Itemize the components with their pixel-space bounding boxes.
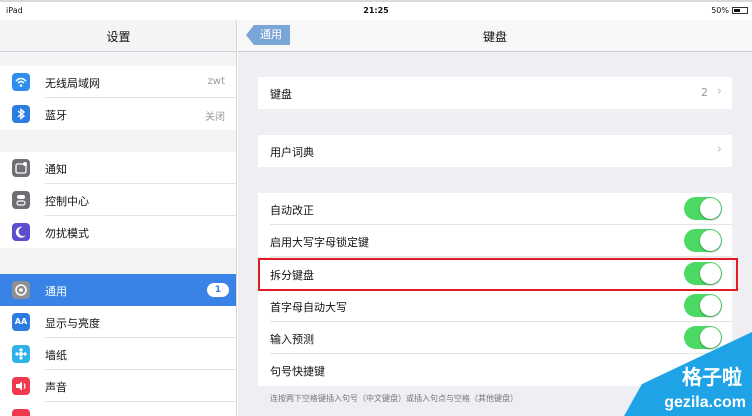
moon-icon (12, 223, 30, 241)
sidebar-title: 设置 (106, 30, 131, 44)
sidebar-item-display[interactable]: AA 显示与亮度 (0, 306, 236, 338)
settings-sidebar: 设置 无线局域网 zwt 蓝牙 关闭 通知 控制中心 勿扰模式 通用 1 AA … (0, 20, 237, 416)
keyboard-settings-pane: 通用 键盘 键盘 2 › 用户词典 › 自动改正 启用大写字母锁定键 拆分键盘 … (238, 20, 752, 416)
battery-icon (732, 7, 748, 14)
watermark-title: 格子啦 (682, 367, 742, 389)
sidebar-item-wallpaper[interactable]: 墙纸 (0, 338, 236, 370)
predictive-toggle[interactable] (684, 326, 722, 349)
sidebar-item-partial[interactable] (0, 402, 236, 416)
sound-icon (12, 377, 30, 395)
bluetooth-icon (12, 105, 30, 123)
page-title: 键盘 (482, 30, 507, 44)
user-dictionary-label: 用户词典 (270, 147, 314, 159)
sidebar-item-sounds[interactable]: 声音 (0, 370, 236, 402)
wallpaper-icon (12, 345, 30, 363)
chevron-right-icon: › (716, 84, 722, 99)
caps-lock-toggle[interactable] (684, 229, 722, 252)
split-keyboard-highlight (258, 258, 738, 291)
navigation-bar: 通用 键盘 (238, 20, 752, 52)
sidebar-item-value: zwt (207, 76, 225, 87)
sidebar-item-do-not-disturb[interactable]: 勿扰模式 (0, 216, 236, 248)
toggle-label: 自动改正 (270, 205, 314, 217)
toggle-label: 输入预测 (270, 334, 314, 346)
toggle-row-auto-capitalization: 首字母自动大写 (258, 290, 732, 322)
watermark-domain: gezila.com (664, 394, 746, 411)
toggle-row-caps-lock: 启用大写字母锁定键 (258, 225, 732, 257)
user-dictionary-row[interactable]: 用户词典 › (258, 135, 732, 167)
status-bar: iPad 21:25 50% (0, 2, 752, 20)
sidebar-item-label: 蓝牙 (45, 110, 67, 122)
battery-percent: 50% (711, 6, 729, 15)
keyboards-row[interactable]: 键盘 2 › (258, 77, 732, 109)
keyboards-count: 2 (701, 86, 708, 99)
battery-indicator: 50% (711, 6, 748, 15)
sidebar-item-wifi[interactable]: 无线局域网 zwt (0, 66, 236, 98)
period-shortcut-footnote: 连按两下空格键插入句号（中文键盘）或插入句点与空格（其他键盘） (270, 394, 518, 403)
sidebar-item-label: 无线局域网 (45, 78, 100, 90)
toggle-label: 启用大写字母锁定键 (270, 237, 369, 249)
wifi-icon (12, 73, 30, 91)
sidebar-item-label: 勿扰模式 (45, 228, 89, 240)
control-center-icon (12, 191, 30, 209)
partial-item-icon (12, 409, 30, 416)
sidebar-item-general[interactable]: 通用 1 (0, 274, 236, 306)
chevron-right-icon: › (716, 142, 722, 157)
sidebar-item-label: 通知 (45, 164, 67, 176)
toggle-row-auto-correction: 自动改正 (258, 193, 732, 225)
sidebar-item-value: 关闭 (205, 112, 225, 123)
period-shortcut-label: 句号快捷键 (270, 366, 325, 378)
auto-correction-toggle[interactable] (684, 197, 722, 220)
sidebar-title-divider (0, 51, 236, 52)
update-badge: 1 (207, 283, 229, 297)
sidebar-item-control-center[interactable]: 控制中心 (0, 184, 236, 216)
notifications-icon (12, 159, 30, 177)
gear-icon (12, 281, 30, 299)
sidebar-item-label: 控制中心 (45, 196, 89, 208)
sidebar-item-label: 墙纸 (45, 350, 67, 362)
toggle-label: 首字母自动大写 (270, 302, 347, 314)
status-time: 21:25 (363, 6, 389, 15)
display-icon: AA (12, 313, 30, 331)
sidebar-item-notifications[interactable]: 通知 (0, 152, 236, 184)
toggle-row-predictive: 输入预测 (258, 322, 732, 354)
sidebar-item-bluetooth[interactable]: 蓝牙 关闭 (0, 98, 236, 130)
auto-capitalization-toggle[interactable] (684, 294, 722, 317)
sidebar-item-label: 通用 (45, 286, 67, 298)
sidebar-item-label: 显示与亮度 (45, 318, 100, 330)
sidebar-item-label: 声音 (45, 382, 67, 394)
keyboards-label: 键盘 (270, 89, 292, 101)
